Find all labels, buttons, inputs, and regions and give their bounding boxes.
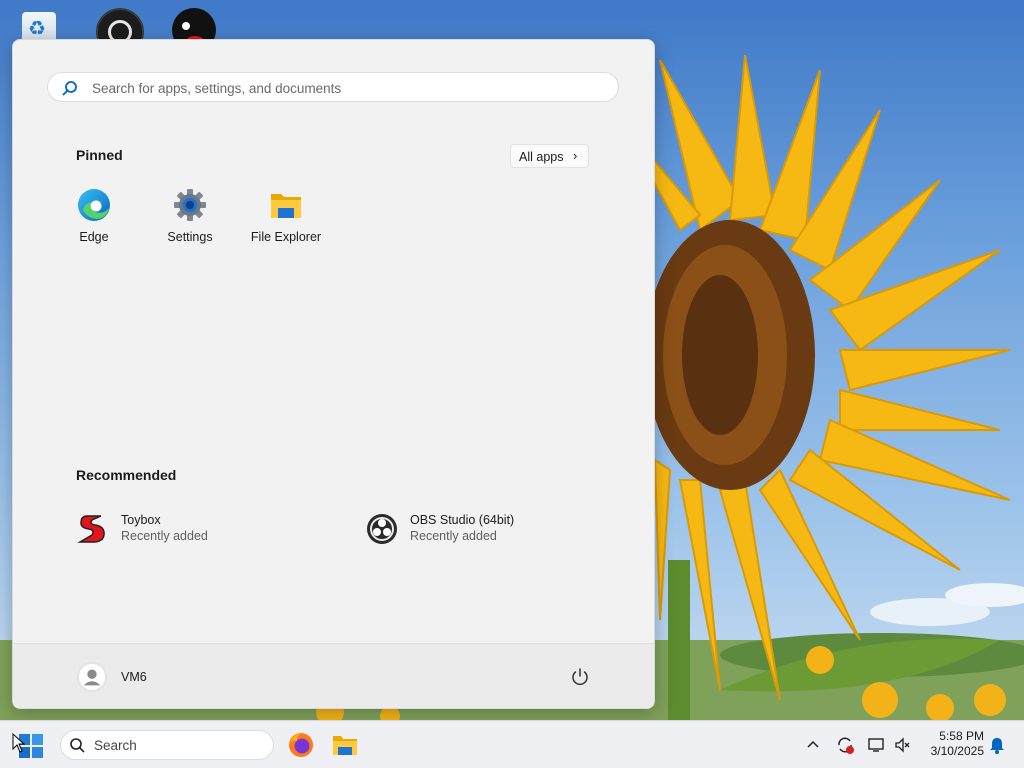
recommended-item-subtitle: Recently added — [121, 529, 208, 543]
pinned-app-settings[interactable]: Settings — [144, 188, 234, 248]
recommended-item-subtitle: Recently added — [410, 529, 497, 543]
all-apps-label: All apps — [519, 150, 564, 164]
recommended-item-name: OBS Studio (64bit) — [410, 513, 515, 527]
taskbar-search-label: Search — [94, 738, 137, 753]
recommended-item-name: Toybox — [121, 513, 161, 527]
toybox-icon — [77, 515, 105, 543]
pinned-app-edge[interactable]: Edge — [48, 188, 138, 248]
search-icon — [62, 81, 77, 96]
taskbar-clock[interactable]: 5:58 PM 3/10/2025 — [914, 729, 984, 759]
power-icon[interactable] — [569, 666, 591, 688]
settings-gear-icon — [174, 189, 206, 221]
clock-date: 3/10/2025 — [930, 744, 984, 758]
search-icon — [70, 738, 85, 753]
recommended-title: Recommended — [76, 467, 177, 483]
pinned-app-label: Edge — [79, 230, 109, 244]
folder-icon — [271, 194, 301, 218]
chevron-right-icon: › — [573, 148, 578, 163]
start-menu-footer: VM6 — [13, 643, 654, 708]
pinned-app-label: Settings — [167, 230, 213, 244]
start-search-input[interactable] — [90, 77, 594, 99]
pinned-app-label: File Explorer — [250, 230, 322, 244]
taskbar-search-box[interactable]: Search — [60, 730, 274, 760]
volume-muted-icon[interactable] — [893, 735, 913, 755]
edge-icon — [78, 189, 110, 221]
clock-time: 5:58 PM — [939, 729, 984, 743]
mouse-cursor-icon — [12, 733, 26, 753]
all-apps-button[interactable]: All apps › — [510, 144, 589, 168]
obs-icon — [367, 514, 397, 544]
user-avatar-icon — [77, 662, 107, 692]
pinned-title: Pinned — [76, 147, 123, 163]
sync-update-icon[interactable] — [835, 735, 855, 755]
recommended-item-obs[interactable]: OBS Studio (64bit) Recently added — [366, 510, 626, 550]
start-search-box[interactable] — [47, 72, 619, 102]
taskbar: Search 5:58 PM 3/10/2025 — [0, 720, 1024, 768]
notification-bell-icon[interactable] — [987, 735, 1007, 755]
chevron-up-icon[interactable] — [803, 735, 823, 755]
pinned-app-file-explorer[interactable]: File Explorer — [240, 188, 330, 248]
user-name: VM6 — [121, 670, 147, 684]
recommended-item-toybox[interactable]: Toybox Recently added — [77, 510, 337, 550]
file-explorer-icon[interactable] — [331, 731, 359, 759]
display-icon[interactable] — [867, 735, 887, 755]
start-menu: Pinned All apps › Edge — [12, 39, 655, 709]
firefox-icon[interactable] — [287, 731, 315, 759]
